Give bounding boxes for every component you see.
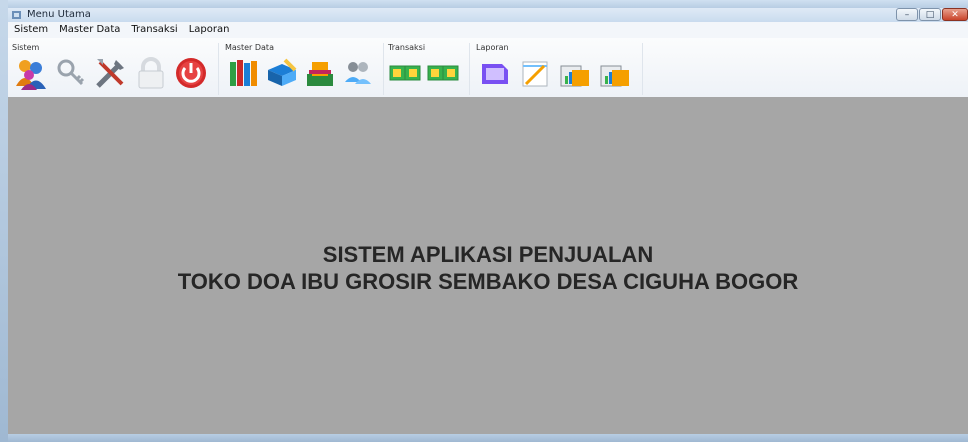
chart-report-icon-1[interactable]: [558, 56, 592, 90]
edit-book-icon[interactable]: [265, 56, 299, 90]
group-transaksi-label: Transaksi: [388, 43, 426, 52]
menu-sistem[interactable]: Sistem: [8, 22, 53, 38]
report-icon[interactable]: [478, 56, 512, 90]
minimize-icon: –: [904, 9, 910, 20]
group-master-data: Master Data: [221, 43, 384, 95]
window-frame-left: [0, 0, 8, 442]
menu-bar: Sistem Master Data Transaksi Laporan: [8, 22, 968, 38]
maximize-button[interactable]: □: [919, 8, 941, 21]
menu-laporan[interactable]: Laporan: [183, 22, 235, 38]
transaction-icon-1[interactable]: [388, 56, 422, 90]
menu-transaksi[interactable]: Transaksi: [125, 22, 182, 38]
ribbon-toolbar: Sistem Master Data Transaksi Laporan: [8, 38, 968, 98]
group-laporan: Laporan: [472, 43, 643, 95]
window-title: Menu Utama: [27, 9, 91, 20]
power-icon[interactable]: [174, 56, 208, 90]
heading-line-1: SISTEM APLIKASI PENJUALAN: [322, 242, 654, 267]
title-bar[interactable]: Menu Utama – □ ✕: [8, 8, 968, 22]
minimize-button[interactable]: –: [896, 8, 918, 21]
window-frame-top: [0, 0, 968, 8]
key-icon[interactable]: [54, 56, 88, 90]
close-icon: ✕: [951, 9, 959, 20]
app-icon: [12, 11, 21, 19]
group-laporan-label: Laporan: [476, 43, 509, 52]
users-icon[interactable]: [14, 56, 48, 90]
group-transaksi: Transaksi: [384, 43, 470, 95]
group-sistem: Sistem: [8, 43, 219, 95]
tools-icon[interactable]: [94, 56, 128, 90]
chart-report-icon-2[interactable]: [598, 56, 632, 90]
window-frame-bottom: [8, 434, 968, 442]
notepad-icon[interactable]: [518, 56, 552, 90]
transaction-icon-2[interactable]: [426, 56, 460, 90]
main-content-area: SISTEM APLIKASI PENJUALAN TOKO DOA IBU G…: [8, 97, 968, 434]
inbox-tray-icon[interactable]: [303, 56, 337, 90]
lock-icon[interactable]: [134, 56, 168, 90]
close-button[interactable]: ✕: [942, 8, 968, 21]
menu-master-data[interactable]: Master Data: [53, 22, 125, 38]
group-master-data-label: Master Data: [225, 43, 274, 52]
heading-line-2: TOKO DOA IBU GROSIR SEMBAKO DESA CIGUHA …: [177, 269, 799, 294]
maximize-icon: □: [925, 9, 935, 20]
books-icon[interactable]: [227, 56, 261, 90]
people-icon[interactable]: [341, 56, 375, 90]
group-sistem-label: Sistem: [12, 43, 40, 52]
